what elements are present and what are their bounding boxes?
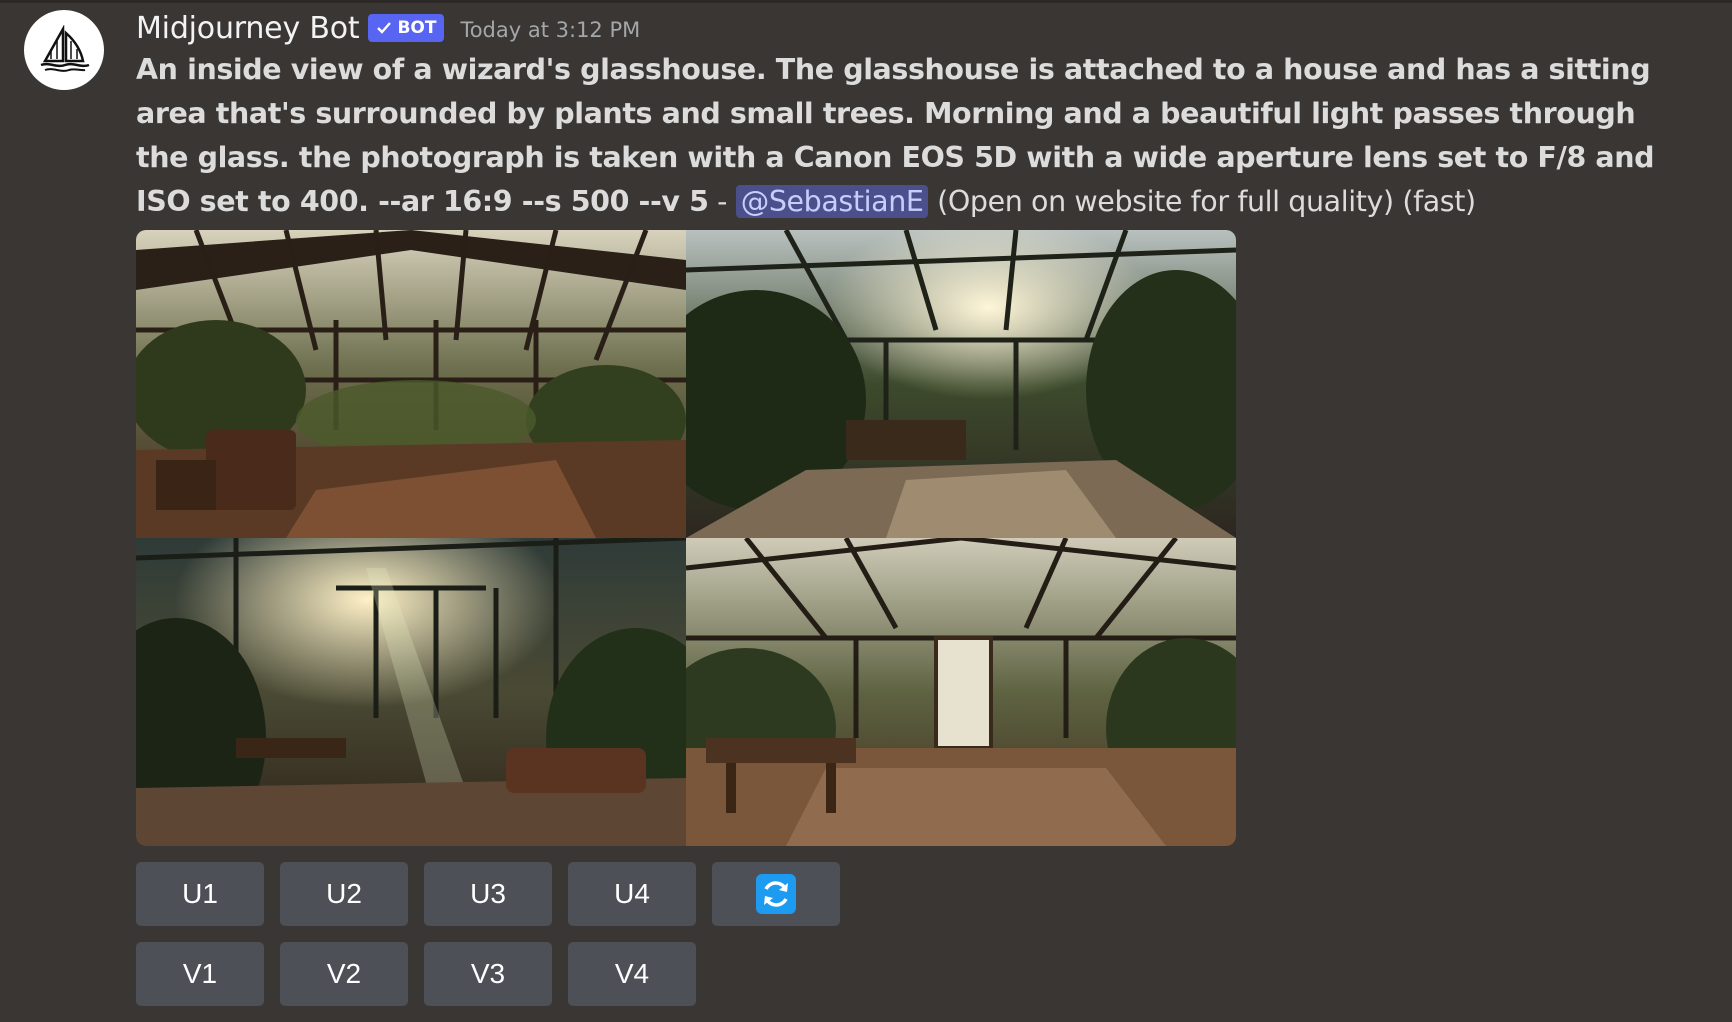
v1-button[interactable]: V1: [136, 942, 264, 1006]
message-suffix: (Open on website for full quality) (fast…: [928, 185, 1476, 218]
checkmark-icon: [377, 22, 392, 34]
author-name[interactable]: Midjourney Bot: [136, 11, 360, 46]
u4-button[interactable]: U4: [568, 862, 696, 926]
user-mention[interactable]: @SebastianE: [735, 185, 929, 218]
upscale-button-row: U1 U2 U3 U4: [136, 862, 840, 926]
image-grid[interactable]: [136, 230, 1236, 846]
bot-badge-label: BOT: [397, 18, 437, 38]
grid-image-2[interactable]: [686, 230, 1236, 538]
grid-image-4[interactable]: [686, 538, 1236, 846]
v2-button[interactable]: V2: [280, 942, 408, 1006]
variation-button-row: V1 V2 V3 V4: [136, 942, 696, 1006]
grid-image-3[interactable]: [136, 538, 686, 846]
bot-avatar[interactable]: [24, 10, 104, 90]
reroll-button[interactable]: [712, 862, 840, 926]
sailboat-icon: [40, 25, 90, 72]
chat-message: Midjourney Bot BOT Today at 3:12 PM An i…: [0, 0, 1732, 1022]
u1-button[interactable]: U1: [136, 862, 264, 926]
message-content: An inside view of a wizard's glasshouse.…: [136, 48, 1656, 224]
u2-button[interactable]: U2: [280, 862, 408, 926]
u3-button[interactable]: U3: [424, 862, 552, 926]
grid-image-1[interactable]: [136, 230, 686, 538]
message-header: Midjourney Bot BOT Today at 3:12 PM: [136, 8, 640, 48]
refresh-icon: [756, 874, 796, 914]
message-timestamp: Today at 3:12 PM: [460, 18, 641, 42]
bot-badge: BOT: [368, 14, 445, 42]
prompt-separator: -: [708, 185, 736, 218]
v4-button[interactable]: V4: [568, 942, 696, 1006]
v3-button[interactable]: V3: [424, 942, 552, 1006]
